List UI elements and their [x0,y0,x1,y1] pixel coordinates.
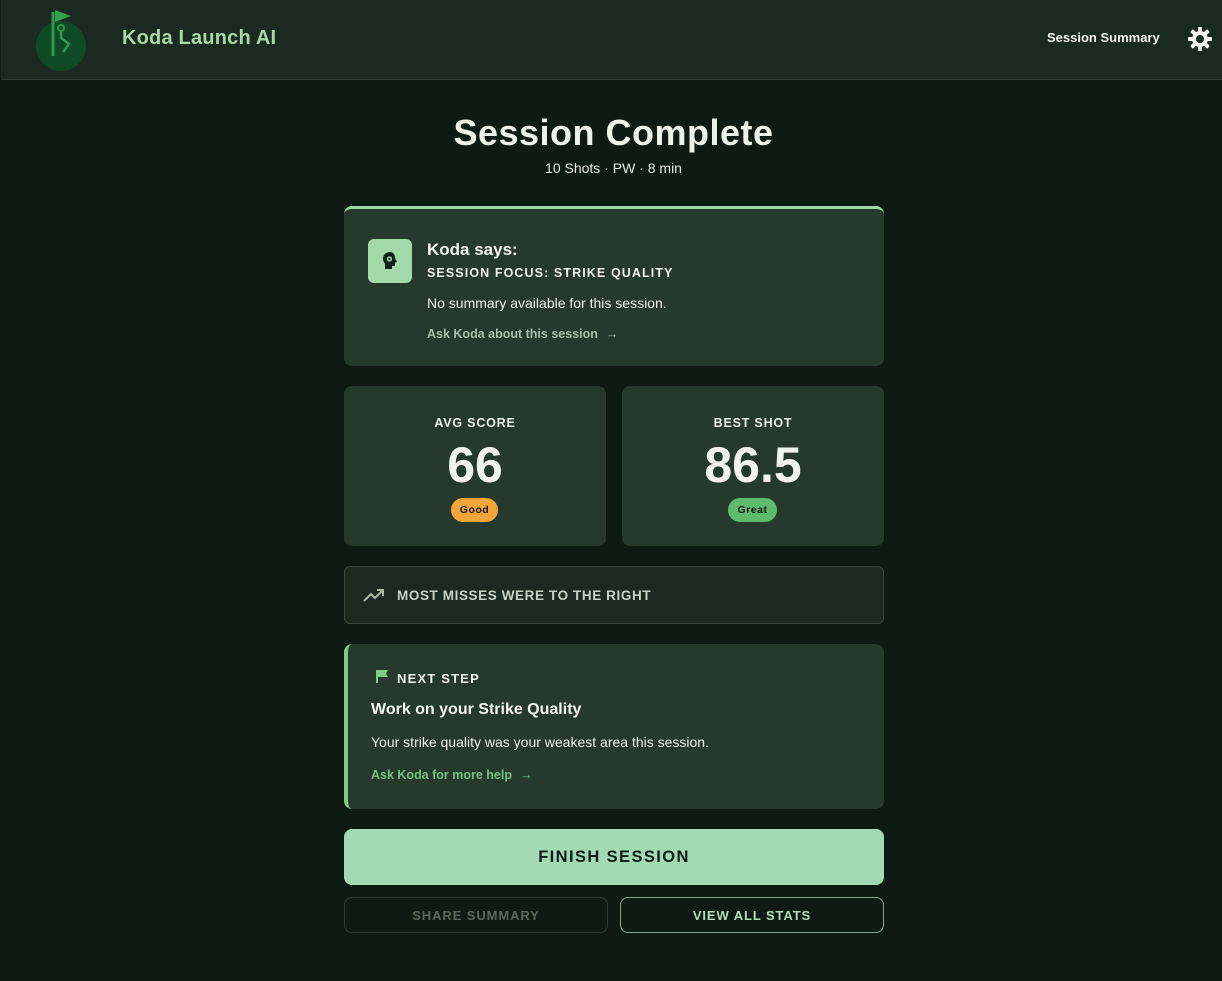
ask-koda-session-label: Ask Koda about this session [427,327,598,341]
avg-score-value: 66 [447,437,503,493]
good-badge: Good [451,498,498,522]
miss-tendency-card: MOST MISSES WERE TO THE RIGHT [344,566,884,624]
miss-tendency-text: MOST MISSES WERE TO THE RIGHT [397,588,652,603]
finish-session-button[interactable]: FINISH SESSION [344,829,884,885]
ask-koda-help-link[interactable]: Ask Koda for more help → [371,768,533,782]
avg-score-card: AVG SCORE 66 Good [344,386,606,546]
avg-score-label: AVG SCORE [434,416,516,430]
great-badge: Great [728,498,777,522]
koda-says-card: Koda says: SESSION FOCUS: STRIKE QUALITY… [344,206,884,366]
trending-up-icon [363,589,384,602]
next-step-label: NEXT STEP [397,671,481,686]
next-step-card: NEXT STEP Work on your Strike Quality Yo… [344,644,884,809]
flag-icon [376,670,388,683]
page-subtitle: 10 Shots · PW · 8 min [545,160,682,176]
ask-koda-help-label: Ask Koda for more help [371,768,512,782]
best-shot-value: 86.5 [704,437,802,493]
golf-flag-logo-icon[interactable] [33,6,93,72]
app-title: Koda Launch AI [122,27,277,49]
app-header: Koda Launch AI Session Summary [1,0,1222,80]
best-shot-label: BEST SHOT [713,416,793,430]
arrow-right-icon: → [520,768,533,782]
page-title: Session Complete [453,112,774,153]
koda-head-icon [383,252,397,269]
arrow-right-icon: → [605,327,619,341]
next-step-description: Your strike quality was your weakest are… [371,734,709,750]
gear-icon[interactable] [1186,25,1214,53]
share-summary-button[interactable]: SHARE SUMMARY [344,897,608,933]
session-summary-link[interactable]: Session Summary [1047,30,1160,45]
session-summary-text: No summary available for this session. [427,295,667,311]
koda-avatar [368,239,412,283]
koda-title: Koda says: [427,240,518,259]
next-step-title: Work on your Strike Quality [371,701,582,718]
view-all-stats-button[interactable]: VIEW ALL STATS [620,897,884,933]
session-focus: SESSION FOCUS: STRIKE QUALITY [427,266,674,280]
ask-koda-session-link[interactable]: Ask Koda about this session → [427,327,618,341]
best-shot-card: BEST SHOT 86.5 Great [622,386,884,546]
